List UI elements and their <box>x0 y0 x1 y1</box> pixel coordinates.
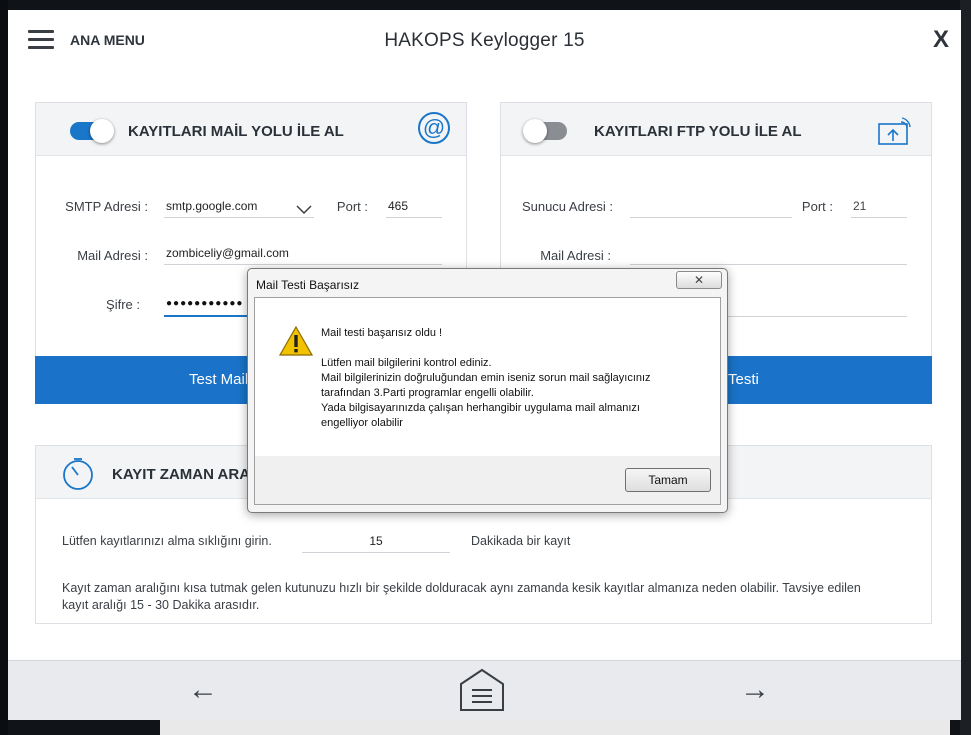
dialog-title: Mail Testi Başarısız <box>256 278 360 292</box>
dialog-titlebar: Mail Testi Başarısız ✕ <box>248 269 727 297</box>
smtp-field[interactable] <box>164 194 314 218</box>
server-field[interactable] <box>630 194 792 218</box>
mail-address-field[interactable] <box>164 241 442 265</box>
desktop-background-right <box>960 0 971 735</box>
frequency-label: Lütfen kayıtlarınızı alma sıklığını giri… <box>62 534 272 548</box>
ftp-panel-header: KAYITLARI FTP YOLU İLE AL <box>501 103 931 156</box>
port-field[interactable] <box>386 194 442 218</box>
mail-address-label: Mail Adresi : <box>77 248 148 263</box>
ftp-toggle[interactable] <box>523 119 567 143</box>
ftp-port-field[interactable] <box>851 194 907 218</box>
home-menu-icon[interactable] <box>459 668 505 712</box>
dialog-close-button[interactable]: ✕ <box>676 271 722 289</box>
dialog-line-3: Mail bilgilerinizin doğruluğundan emin i… <box>321 372 651 384</box>
forward-arrow-icon[interactable]: → <box>740 673 770 707</box>
footer-nav: ← → <box>8 660 961 720</box>
frequency-unit: Dakikada bir kayıt <box>471 534 571 548</box>
ftp-mail-field[interactable] <box>630 241 907 265</box>
dialog-line-4: tarafından 3.Parti programlar engelli ol… <box>321 387 534 399</box>
close-app-button[interactable]: X <box>933 26 949 54</box>
top-bar: ANA MENU HAKOPS Keylogger 15 X <box>8 10 961 72</box>
ok-button[interactable]: Tamam <box>625 468 711 492</box>
ftp-panel-title: KAYITLARI FTP YOLU İLE AL <box>594 123 802 140</box>
app-title: HAKOPS Keylogger 15 <box>384 30 585 51</box>
server-label: Sunucu Adresi : <box>521 199 613 214</box>
cloud-upload-icon <box>878 117 911 145</box>
dialog-line-5: Yada bilgisayarınızda çalışan herhangibi… <box>321 402 640 414</box>
mail-panel-header: KAYITLARI MAİL YOLU İLE AL @ <box>36 103 466 156</box>
dialog-message-area: Mail testi başarısız oldu ! Lütfen mail … <box>255 298 720 456</box>
time-panel-title: KAYIT ZAMAN ARA <box>112 466 251 483</box>
timer-icon <box>63 458 93 490</box>
ftp-mail-label: Mail Adresi : <box>540 248 611 263</box>
dialog-line-2: Lütfen mail bilgilerini kontrol ediniz. <box>321 357 492 369</box>
dialog-button-area: Tamam <box>255 456 720 504</box>
desktop-background-left <box>0 0 8 735</box>
error-dialog: Mail Testi Başarısız ✕ Mail testi başarı… <box>247 268 728 513</box>
help-text-line1: Kayıt zaman aralığını kısa tutmak gelen … <box>62 581 861 595</box>
password-label: Şifre : <box>106 297 140 312</box>
dialog-heading: Mail testi başarısız oldu ! <box>321 327 443 339</box>
mail-panel-title: KAYITLARI MAİL YOLU İLE AL <box>128 123 344 140</box>
desktop-background-window <box>160 718 950 735</box>
at-sign-icon: @ <box>418 112 450 144</box>
warning-icon <box>279 326 313 356</box>
chevron-down-icon[interactable] <box>296 205 312 215</box>
dialog-body: Mail testi başarısız oldu ! Lütfen mail … <box>254 297 721 505</box>
help-text-line2: kayıt aralığı 15 - 30 Dakika arasıdır. <box>62 598 260 612</box>
smtp-label: SMTP Adresi : <box>65 199 148 214</box>
ftp-port-label: Port : <box>801 199 833 214</box>
port-label: Port : <box>336 199 368 214</box>
dialog-line-6: engelliyor olabilir <box>321 417 403 429</box>
back-arrow-icon[interactable]: ← <box>188 673 218 707</box>
frequency-field[interactable] <box>302 529 450 553</box>
mail-toggle[interactable] <box>70 119 114 143</box>
